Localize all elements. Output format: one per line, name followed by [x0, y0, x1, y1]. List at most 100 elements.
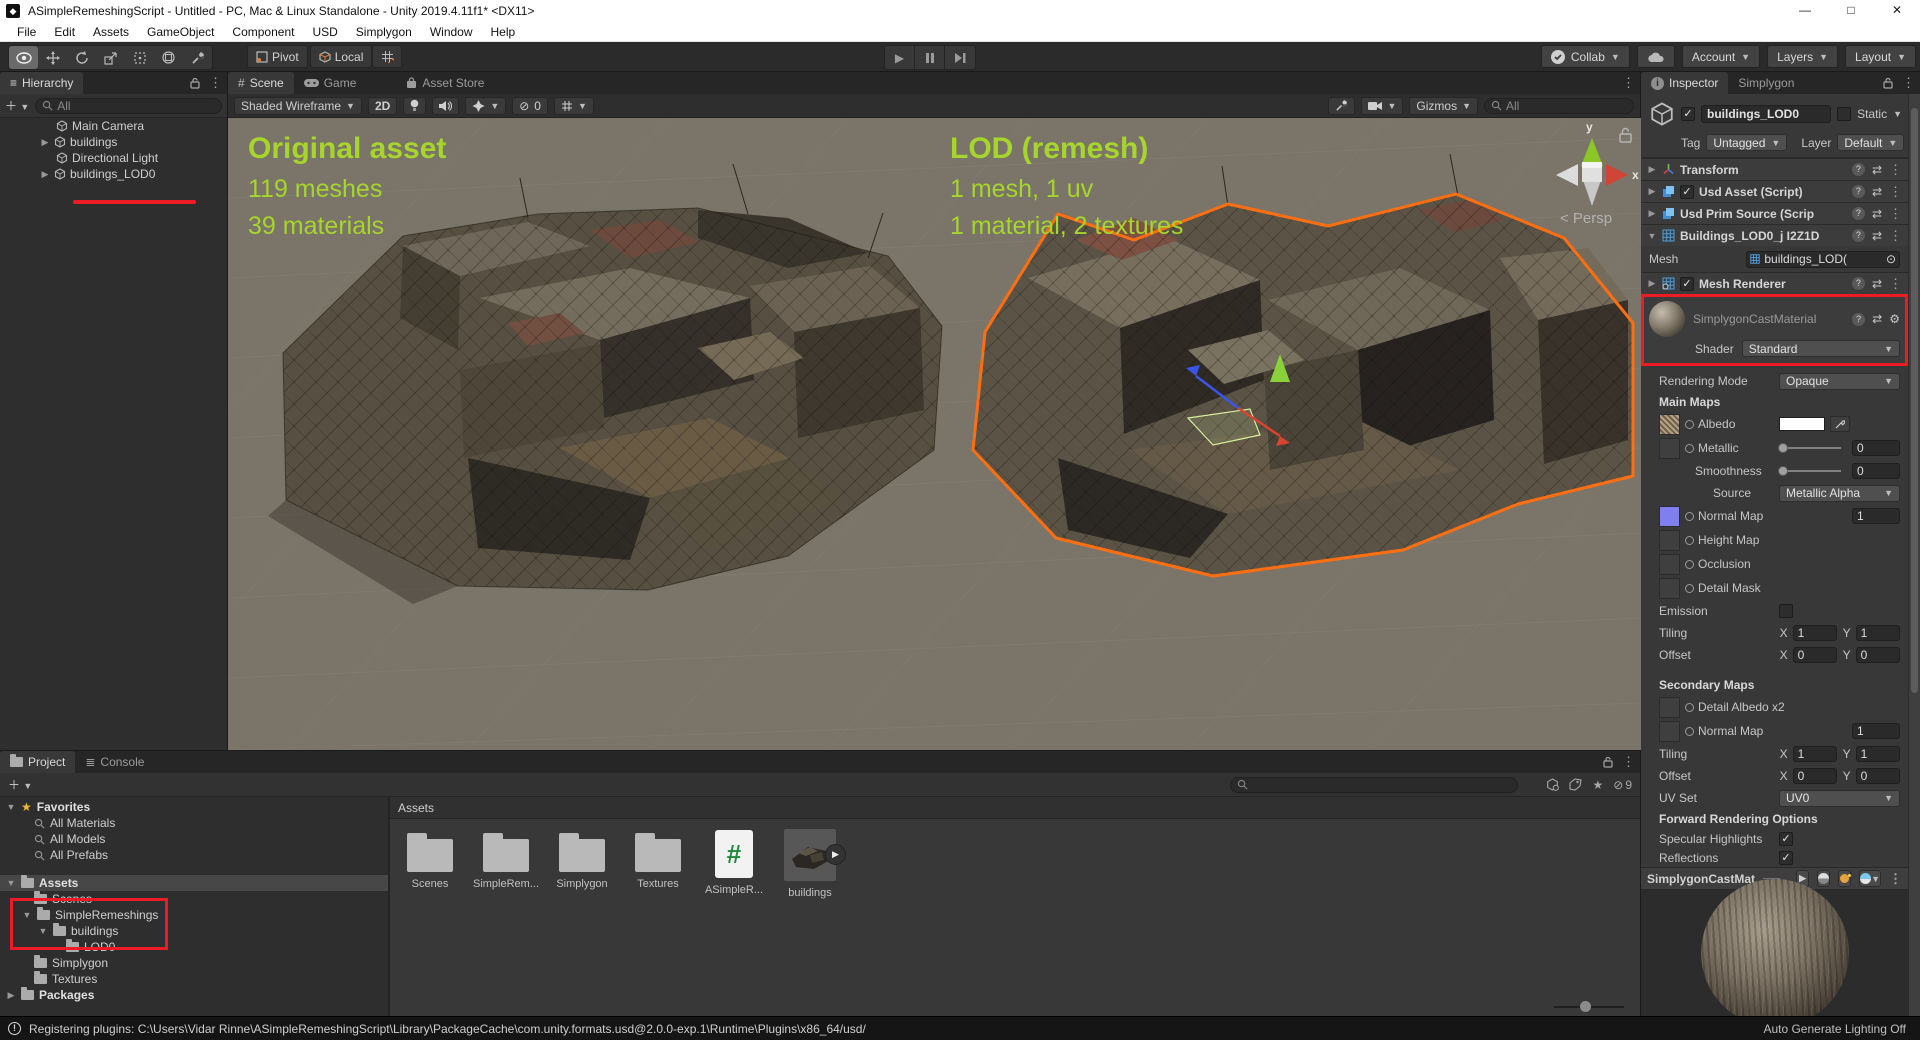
tab-project[interactable]: Project	[0, 751, 75, 773]
material-preview-thumb[interactable]	[1649, 301, 1685, 337]
detail-albedo-texture-thumb[interactable]	[1659, 697, 1680, 718]
object-name-field[interactable]: buildings_LOD0	[1701, 105, 1831, 123]
gizmos-dropdown[interactable]: Gizmos ▼	[1409, 97, 1478, 115]
projection-mode-label[interactable]: < Persp	[1560, 210, 1612, 227]
gizmo-x-label[interactable]: x	[1632, 168, 1639, 182]
scene-search-input[interactable]: All	[1484, 98, 1634, 114]
tag-dropdown[interactable]: Untagged ▼	[1706, 134, 1787, 151]
texture-picker-icon[interactable]	[1685, 444, 1694, 453]
preset-icon[interactable]: ⇄	[1872, 163, 1882, 177]
source-dropdown[interactable]: Metallic Alpha▼	[1779, 485, 1900, 502]
preset-icon[interactable]: ⇄	[1872, 229, 1882, 243]
close-button[interactable]: ✕	[1874, 0, 1920, 22]
tab-game[interactable]: Game	[294, 72, 367, 94]
play-button[interactable]: ▶	[885, 46, 915, 69]
secondary-offset-x-field[interactable]: 0	[1793, 768, 1837, 784]
thumbnail-zoom-slider[interactable]	[1554, 1006, 1624, 1008]
hierarchy-item-buildings-lod0[interactable]: ▶ buildings_LOD0	[0, 166, 227, 182]
component-mesh-renderer[interactable]: ▶ ✓ Mesh Renderer ?⇄⋮	[1641, 272, 1908, 294]
detail-mask-texture-thumb[interactable]	[1659, 578, 1680, 599]
uv-set-dropdown[interactable]: UV0▼	[1779, 790, 1900, 807]
minimize-button[interactable]: —	[1782, 0, 1828, 22]
gear-icon[interactable]: ⚙	[1889, 312, 1900, 326]
tiling-x-field[interactable]: 1	[1793, 625, 1837, 641]
menu-usd[interactable]: USD	[303, 22, 346, 42]
menu-file[interactable]: File	[8, 22, 45, 42]
scrollbar-thumb[interactable]	[1911, 108, 1918, 693]
preset-icon[interactable]: ⇄	[1872, 207, 1882, 221]
secondary-normal-texture-thumb[interactable]	[1659, 721, 1680, 742]
audio-toggle[interactable]	[432, 97, 459, 115]
object-picker-icon[interactable]: ⊙	[1886, 252, 1896, 266]
component-mesh-filter[interactable]: ▼ Buildings_LOD0_j I2Z1D ?⇄⋮	[1641, 224, 1908, 246]
hierarchy-search-input[interactable]: All	[35, 98, 222, 114]
hierarchy-menu-icon[interactable]: ⋮	[209, 75, 222, 91]
menu-simplygon[interactable]: Simplygon	[347, 22, 421, 42]
gameobject-icon[interactable]	[1649, 101, 1675, 127]
hidden-packages-count[interactable]: ⊘9	[1613, 778, 1632, 792]
tree-assets[interactable]: ▼ Assets	[0, 875, 388, 891]
scene-panel-menu-icon[interactable]: ⋮	[1622, 75, 1635, 91]
pivot-toggle[interactable]: Pivot	[247, 45, 308, 68]
static-checkbox[interactable]	[1837, 107, 1851, 121]
component-menu-icon[interactable]: ⋮	[1889, 184, 1902, 200]
asset-item-simpleremeshings[interactable]: SimpleRem...	[468, 829, 544, 899]
rotate-tool-button[interactable]	[67, 46, 96, 69]
component-enabled-checkbox[interactable]: ✓	[1680, 277, 1694, 291]
material-preview-area[interactable]	[1641, 890, 1908, 1016]
gizmo-y-label[interactable]: y	[1586, 120, 1593, 134]
component-usd-asset[interactable]: ▶ ✓ Usd Asset (Script) ?⇄⋮	[1641, 180, 1908, 202]
asset-item-script[interactable]: # ASimpleR...	[696, 829, 772, 899]
help-icon[interactable]: ?	[1852, 207, 1865, 220]
occlusion-texture-thumb[interactable]	[1659, 554, 1680, 575]
create-button[interactable]: ＋ ▼	[8, 776, 32, 793]
shader-dropdown[interactable]: Standard ▼	[1742, 340, 1900, 357]
status-message[interactable]: Registering plugins: C:\Users\Vidar Rinn…	[29, 1022, 866, 1036]
tree-textures[interactable]: Textures	[0, 971, 388, 987]
preset-icon[interactable]: ⇄	[1872, 277, 1882, 291]
hierarchy-item-buildings[interactable]: ▶ buildings	[0, 134, 227, 150]
component-enabled-checkbox[interactable]: ✓	[1680, 185, 1694, 199]
asset-item-scenes[interactable]: Scenes	[392, 829, 468, 899]
height-map-texture-thumb[interactable]	[1659, 530, 1680, 551]
texture-picker-icon[interactable]	[1685, 420, 1694, 429]
scene-camera-dropdown[interactable]: ▼	[1361, 97, 1403, 115]
component-menu-icon[interactable]: ⋮	[1889, 276, 1902, 292]
component-transform[interactable]: ▶ Transform ?⇄⋮	[1641, 158, 1908, 180]
tiling-y-field[interactable]: 1	[1856, 625, 1900, 641]
texture-picker-icon[interactable]	[1685, 584, 1694, 593]
step-button[interactable]	[945, 46, 975, 69]
search-by-label-icon[interactable]	[1569, 778, 1582, 791]
help-icon[interactable]: ?	[1852, 229, 1865, 242]
tab-simplygon[interactable]: Simplygon	[1728, 72, 1804, 94]
static-dropdown-icon[interactable]: ▼	[1893, 109, 1902, 119]
maximize-button[interactable]: □	[1828, 0, 1874, 22]
component-menu-icon[interactable]: ⋮	[1889, 228, 1902, 244]
preview-menu-icon[interactable]: ⋮	[1889, 871, 1902, 887]
help-icon[interactable]: ?	[1852, 163, 1865, 176]
inspector-menu-icon[interactable]: ⋮	[1902, 75, 1915, 91]
auto-generate-lighting-label[interactable]: Auto Generate Lighting Off	[1763, 1022, 1906, 1036]
specular-highlights-checkbox[interactable]: ✓	[1779, 832, 1793, 846]
metallic-texture-thumb[interactable]	[1659, 438, 1680, 459]
texture-picker-icon[interactable]	[1685, 512, 1694, 521]
menu-window[interactable]: Window	[421, 22, 482, 42]
draw-mode-dropdown[interactable]: Shaded Wireframe ▼	[234, 97, 362, 115]
preview-light-button[interactable]	[1838, 870, 1851, 887]
secondary-normal-value-field[interactable]: 1	[1852, 723, 1900, 739]
grid-visibility-dropdown[interactable]: ▼	[554, 97, 594, 115]
rendering-mode-dropdown[interactable]: Opaque▼	[1779, 373, 1900, 390]
local-toggle[interactable]: Local	[310, 45, 373, 68]
lock-icon[interactable]	[1883, 77, 1893, 89]
move-tool-button[interactable]	[38, 46, 67, 69]
custom-tool-button[interactable]	[183, 46, 212, 69]
menu-assets[interactable]: Assets	[84, 22, 138, 42]
save-search-star-icon[interactable]: ★	[1592, 778, 1603, 792]
scene-viewport[interactable]: Original asset 119 meshes 39 materials L…	[228, 118, 1641, 750]
asset-item-simplygon[interactable]: Simplygon	[544, 829, 620, 899]
tree-all-models[interactable]: All Models	[0, 831, 388, 847]
foldout-closed-icon[interactable]: ▶	[1647, 208, 1657, 219]
tab-console[interactable]: ≣ Console	[75, 751, 154, 773]
component-usd-prim-source[interactable]: ▶ Usd Prim Source (Scrip ?⇄⋮	[1641, 202, 1908, 224]
texture-picker-icon[interactable]	[1685, 703, 1694, 712]
